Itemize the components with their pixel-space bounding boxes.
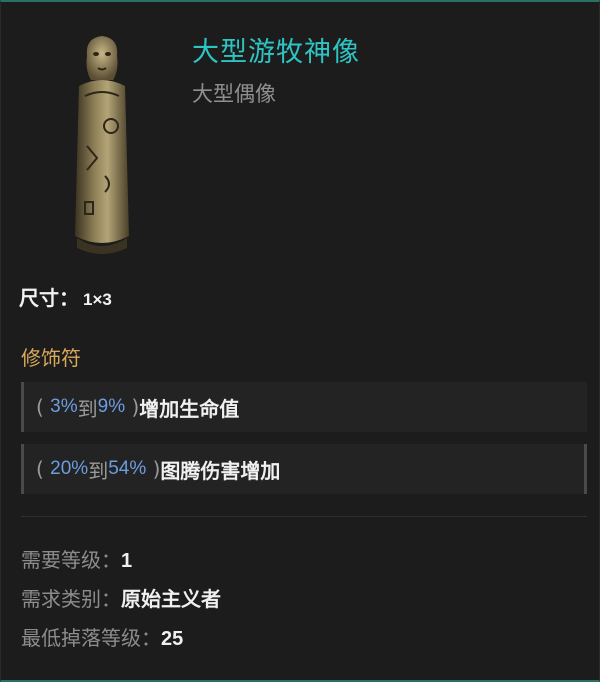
modifier-row: ( 3% 到 9% ) 增加生命值 <box>21 382 587 432</box>
range-close: ) <box>131 395 140 419</box>
requirement-drop-level: 最低掉落等级：25 <box>21 622 183 651</box>
requirement-class: 需求类别：原始主义者 <box>21 583 221 612</box>
range-min: 3% <box>50 396 78 417</box>
requirement-level: 需要等级：1 <box>21 544 132 573</box>
range-to: 到 <box>77 396 98 421</box>
modifiers-title: 修饰符 <box>21 346 81 370</box>
item-type: 大型偶像 <box>192 82 276 106</box>
size-row: 尺寸： 1×3 <box>19 282 112 311</box>
range-open: ( <box>36 395 44 419</box>
divider <box>21 516 587 517</box>
requirement-label: 需要等级： <box>21 548 121 572</box>
range-to: 到 <box>88 458 109 483</box>
item-name: 大型游牧神像 <box>192 37 360 68</box>
requirement-label: 最低掉落等级： <box>21 626 161 650</box>
modifier-stat: 增加生命值 <box>139 396 240 421</box>
range-close: ) <box>152 457 161 481</box>
modifier-stat: 图腾伤害增加 <box>160 458 281 483</box>
range-open: ( <box>36 457 44 481</box>
requirement-label: 需求类别： <box>21 587 121 611</box>
size-value: 1×3 <box>83 290 112 309</box>
range-max: 9% <box>97 396 126 417</box>
range-min: 20% <box>50 458 89 479</box>
item-tooltip: 大型游牧神像 大型偶像 尺寸： 1×3 修饰符 ( 3% 到 9% ) 增加生命值 ( … <box>0 0 600 682</box>
range-max: 54% <box>108 458 147 479</box>
requirement-value: 25 <box>161 628 184 650</box>
requirement-value: 1 <box>121 550 133 572</box>
modifier-row: ( 20% 到 54% ) 图腾伤害增加 <box>21 444 587 494</box>
requirement-value: 原始主义者 <box>121 587 221 611</box>
size-label: 尺寸： <box>19 286 79 310</box>
nomad-idol-statue-icon <box>75 36 129 254</box>
